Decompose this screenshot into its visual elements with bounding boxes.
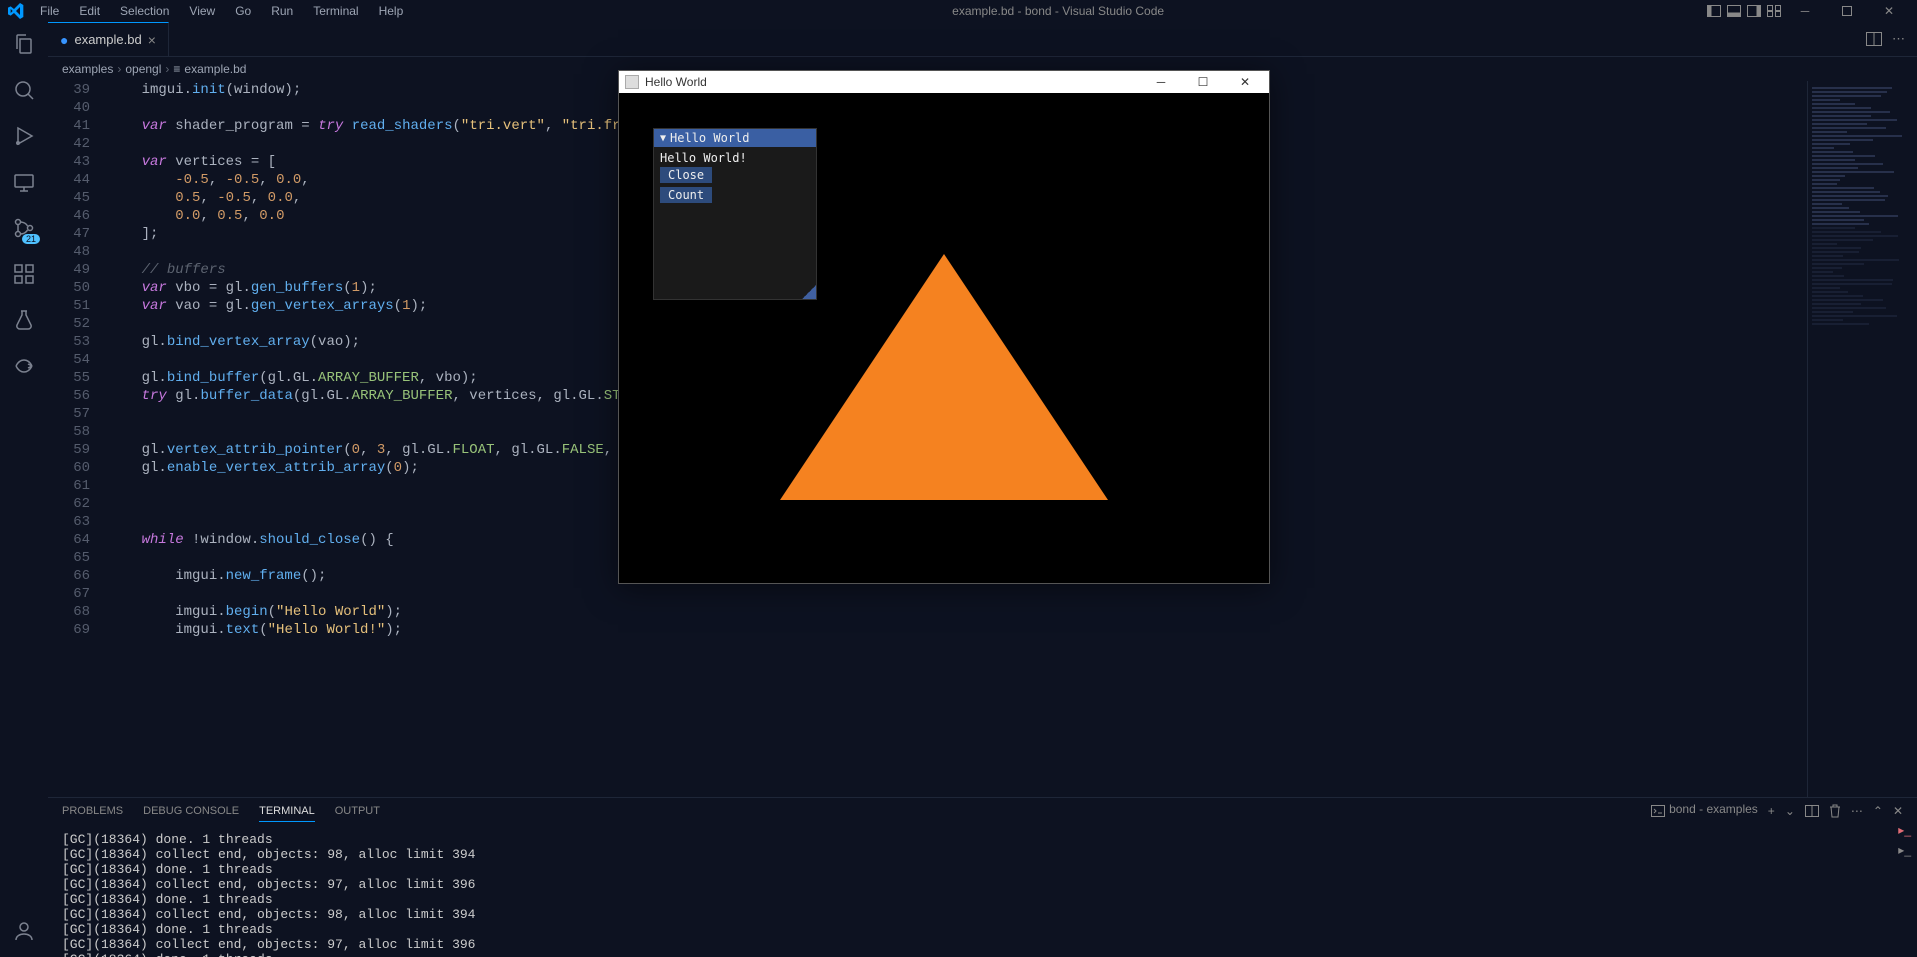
terminal-task-label[interactable]: bond - examples <box>1651 802 1758 824</box>
more-actions-icon[interactable]: ⋯ <box>1892 31 1905 47</box>
search-icon[interactable] <box>10 76 38 104</box>
app-title-bar[interactable]: Hello World ─ ☐ ✕ <box>619 71 1269 93</box>
split-terminal-icon[interactable] <box>1805 805 1819 821</box>
accounts-icon[interactable] <box>10 917 38 945</box>
app-maximize-button[interactable]: ☐ <box>1185 75 1221 89</box>
close-tab-icon[interactable]: × <box>148 32 156 48</box>
imgui-title-text: Hello World <box>670 131 749 145</box>
app-minimize-button[interactable]: ─ <box>1143 75 1179 89</box>
panel-tab-debug[interactable]: DEBUG CONSOLE <box>143 805 239 821</box>
app-close-button[interactable]: ✕ <box>1227 75 1263 89</box>
share-icon[interactable] <box>10 352 38 380</box>
editor-tabs: ● example.bd × ⋯ <box>48 22 1917 57</box>
file-icon: ≡ <box>173 62 180 76</box>
maximize-panel-icon[interactable]: ⌃ <box>1873 804 1883 822</box>
window-maximize-button[interactable] <box>1827 0 1867 22</box>
terminal-dropdown-icon[interactable]: ⌄ <box>1785 804 1795 822</box>
layout-panel-icon[interactable] <box>1725 4 1743 18</box>
more-icon[interactable]: ⋯ <box>1851 804 1863 822</box>
imgui-window[interactable]: ▼ Hello World Hello World! Close Count <box>653 128 817 300</box>
breadcrumb-seg[interactable]: opengl <box>125 62 161 76</box>
app-title-text: Hello World <box>645 75 707 89</box>
menu-view[interactable]: View <box>181 2 223 20</box>
vscode-logo-icon <box>8 3 24 19</box>
menu-edit[interactable]: Edit <box>71 2 108 20</box>
new-terminal-icon[interactable]: + <box>1768 804 1775 822</box>
panel-tab-problems[interactable]: PROBLEMS <box>62 805 123 821</box>
app-window: Hello World ─ ☐ ✕ ▼ Hello World Hello Wo… <box>618 70 1270 584</box>
tab-label: example.bd <box>74 32 141 47</box>
menu-selection[interactable]: Selection <box>112 2 177 20</box>
split-editor-icon[interactable] <box>1866 32 1882 46</box>
tab-example-bd[interactable]: ● example.bd × <box>48 22 169 56</box>
menu-go[interactable]: Go <box>227 2 259 20</box>
imgui-title-bar[interactable]: ▼ Hello World <box>654 129 816 147</box>
menu-file[interactable]: File <box>32 2 67 20</box>
breadcrumb-seg[interactable]: examples <box>62 62 113 76</box>
imgui-count-button[interactable]: Count <box>660 187 712 203</box>
imgui-resize-handle[interactable] <box>802 285 816 299</box>
source-control-badge: 21 <box>22 234 40 244</box>
menu-terminal[interactable]: Terminal <box>305 2 366 20</box>
bottom-panel: PROBLEMS DEBUG CONSOLE TERMINAL OUTPUT b… <box>48 797 1917 957</box>
panel-tab-output[interactable]: OUTPUT <box>335 805 380 821</box>
collapse-icon[interactable]: ▼ <box>660 133 666 144</box>
minimap[interactable] <box>1807 81 1917 797</box>
source-control-icon[interactable]: 21 <box>10 214 38 242</box>
task-icon <box>1651 805 1665 817</box>
layout-sidebar-right-icon[interactable] <box>1745 4 1763 18</box>
rendered-triangle <box>780 254 1108 500</box>
app-icon <box>625 75 639 89</box>
breadcrumb-seg[interactable]: example.bd <box>184 62 246 76</box>
window-title: example.bd - bond - Visual Studio Code <box>411 4 1705 18</box>
remote-icon[interactable] <box>10 168 38 196</box>
kill-terminal-icon[interactable] <box>1829 804 1841 822</box>
activity-bar: 21 <box>0 22 48 957</box>
menu-run[interactable]: Run <box>263 2 301 20</box>
terminal-error-icon[interactable]: ▸_ <box>1898 823 1911 837</box>
layout-customize-icon[interactable] <box>1765 4 1783 18</box>
run-debug-icon[interactable] <box>10 122 38 150</box>
terminal-output[interactable]: [GC](18364) done. 1 threads[GC](18364) c… <box>48 828 1917 957</box>
testing-icon[interactable] <box>10 306 38 334</box>
menu-help[interactable]: Help <box>371 2 412 20</box>
menu-bar: File Edit Selection View Go Run Terminal… <box>32 2 411 20</box>
close-panel-icon[interactable]: ✕ <box>1893 804 1903 822</box>
app-viewport: ▼ Hello World Hello World! Close Count <box>619 93 1269 583</box>
layout-sidebar-left-icon[interactable] <box>1705 4 1723 18</box>
panel-tab-terminal[interactable]: TERMINAL <box>259 805 315 822</box>
modified-dot-icon: ● <box>60 32 68 48</box>
title-bar: File Edit Selection View Go Run Terminal… <box>0 0 1917 22</box>
terminal-shell-icon[interactable]: ▸_ <box>1898 843 1911 857</box>
window-close-button[interactable]: ✕ <box>1869 0 1909 22</box>
imgui-text: Hello World! <box>660 151 810 165</box>
imgui-close-button[interactable]: Close <box>660 167 712 183</box>
window-minimize-button[interactable]: ─ <box>1785 0 1825 22</box>
line-gutter: 3940414243444546474849505152535455565758… <box>48 81 108 797</box>
explorer-icon[interactable] <box>10 30 38 58</box>
extensions-icon[interactable] <box>10 260 38 288</box>
